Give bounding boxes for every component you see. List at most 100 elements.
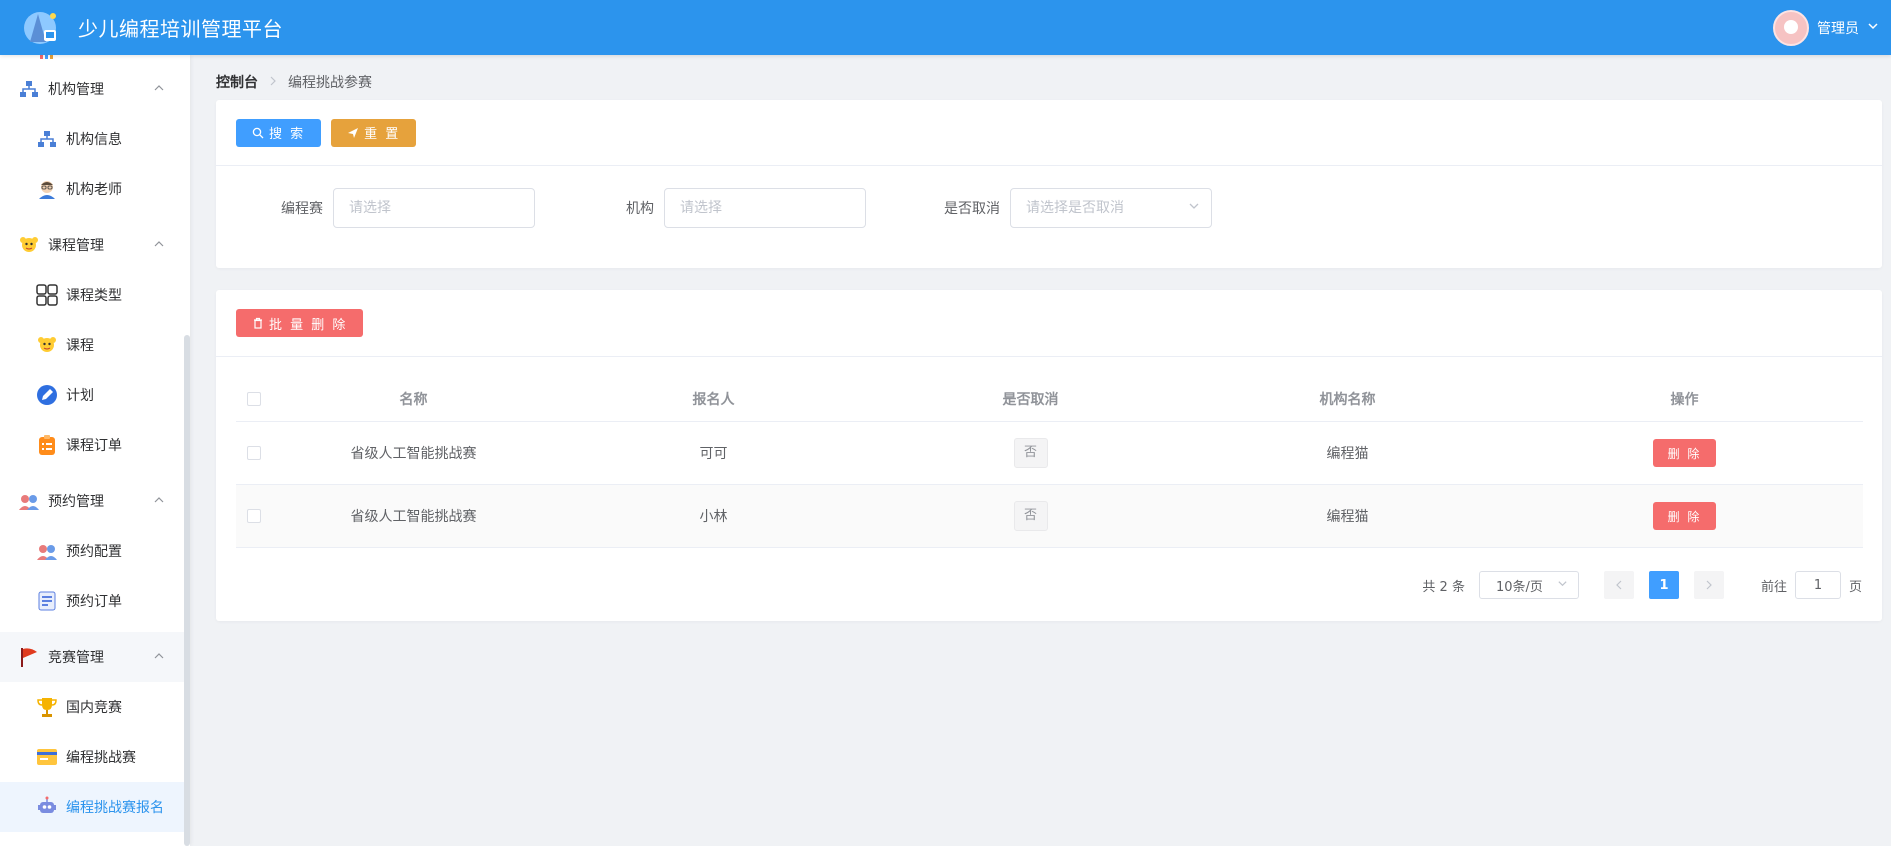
breadcrumb: 控制台 编程挑战参赛 — [216, 72, 372, 92]
row-checkbox[interactable] — [247, 509, 261, 523]
sidebar-item-course-order[interactable]: 课程订单 — [0, 420, 184, 470]
sidebar-group-org[interactable]: 机构管理 — [0, 64, 184, 114]
people-icon — [18, 490, 40, 512]
chevron-down-icon[interactable] — [1867, 20, 1879, 36]
page-jump: 前往 页 — [1761, 571, 1862, 599]
cancel-filter-label: 是否取消 — [944, 201, 1000, 217]
sidebar-item-plan[interactable]: 计划 — [0, 370, 184, 420]
user-name[interactable]: 管理员 — [1817, 18, 1859, 38]
chevron-up-icon — [154, 650, 164, 664]
next-page-button[interactable] — [1693, 571, 1724, 599]
sidebar-item-label: 预约管理 — [48, 494, 104, 510]
chart-icon — [36, 55, 58, 63]
reset-button[interactable]: 重 置 — [331, 118, 417, 147]
column-header-name: 名称 — [399, 391, 428, 408]
sidebar-item-label: 竞赛管理 — [48, 650, 104, 666]
contest-filter-input[interactable] — [333, 188, 535, 228]
chevron-down-icon — [1557, 578, 1568, 592]
row-checkbox[interactable] — [247, 446, 261, 460]
app-title: 少儿编程培训管理平台 — [78, 17, 283, 41]
cancel-tag: 否 — [1013, 501, 1048, 531]
sidebar-group-booking[interactable]: 预约管理 — [0, 476, 184, 526]
pagination: 共 2 条 10条/页 1 前往 页 — [1422, 571, 1862, 599]
page-jump-input[interactable] — [1794, 571, 1841, 599]
sidebar-scrollbar[interactable] — [184, 55, 190, 846]
cell-name: 省级人工智能挑战赛 — [350, 509, 477, 525]
delete-button[interactable]: 删 除 — [1652, 502, 1717, 530]
column-header-action: 操作 — [1670, 391, 1699, 408]
cancel-tag: 否 — [1013, 438, 1048, 468]
card-icon — [36, 746, 58, 768]
sidebar-item-label: 机构管理 — [48, 82, 104, 98]
table-actions: 批 量 删 除 — [216, 290, 1882, 357]
chevron-up-icon — [154, 82, 164, 96]
kid-icon — [36, 334, 58, 356]
sidebar-item-coding-contest[interactable]: 编程挑战赛 — [0, 732, 184, 782]
send-icon — [347, 127, 359, 139]
search-fields: 编程赛 机构 是否取消 — [216, 188, 1882, 228]
chevron-up-icon — [154, 238, 164, 252]
app-logo — [20, 6, 64, 50]
column-header-org: 机构名称 — [1319, 391, 1376, 408]
org-filter-label: 机构 — [626, 201, 654, 217]
pagination-total: 共 2 条 — [1422, 579, 1465, 595]
search-actions: 搜 索 重 置 — [216, 100, 1882, 166]
table-row: 省级人工智能挑战赛 小林 否 编程猫 删 除 — [236, 485, 1863, 548]
reset-button-label: 重 置 — [364, 127, 401, 142]
batch-delete-button[interactable]: 批 量 删 除 — [236, 309, 364, 337]
top-header: 少儿编程培训管理平台 管理员 — [0, 0, 1891, 55]
table-header: 名称 报名人 是否取消 机构名称 操作 — [236, 376, 1863, 422]
trash-icon — [252, 317, 264, 329]
cell-cancel: 否 — [872, 501, 1189, 531]
sidebar-scrollbar-thumb[interactable] — [184, 335, 190, 846]
cell-org: 编程猫 — [1326, 509, 1369, 525]
robot-icon — [36, 796, 58, 818]
sidebar-item-org-teacher[interactable]: 机构老师 — [0, 164, 184, 214]
page-number-current[interactable]: 1 — [1648, 571, 1679, 599]
sidebar-item-label: 课程订单 — [66, 438, 122, 454]
delete-button[interactable]: 删 除 — [1652, 439, 1717, 467]
cancel-filter: 是否取消 — [944, 188, 1212, 228]
sidebar: 机构管理 机构信息 机构老师 课程管理 课程类型 课程 计划 课程订单 预约管理… — [0, 55, 190, 846]
sidebar-item-domestic-contest[interactable]: 国内竞赛 — [0, 682, 184, 732]
avatar[interactable] — [1773, 9, 1809, 46]
select-all-checkbox[interactable] — [247, 391, 261, 406]
sidebar-item-label: 国内竞赛 — [66, 700, 122, 716]
cell-org: 编程猫 — [1326, 446, 1369, 462]
search-button-label: 搜 索 — [269, 127, 306, 142]
breadcrumb-home[interactable]: 控制台 — [216, 72, 258, 92]
clipboard-icon — [36, 434, 58, 456]
flag-icon — [18, 646, 40, 668]
sidebar-item-coding-contest-signup[interactable]: 编程挑战赛报名 — [0, 782, 184, 832]
select-all-cell — [236, 391, 272, 406]
sidebar-item-course-type[interactable]: 课程类型 — [0, 270, 184, 320]
user-menu[interactable]: 管理员 — [1773, 0, 1879, 55]
breadcrumb-current: 编程挑战参赛 — [288, 75, 372, 91]
sidebar-item-booking-config[interactable]: 预约配置 — [0, 526, 184, 576]
table-panel: 批 量 删 除 名称 报名人 是否取消 机构名称 操作 省级人工智能挑战赛 可可 — [216, 290, 1882, 621]
grid-icon — [36, 284, 58, 306]
sidebar-item-label: 预约订单 — [66, 594, 122, 610]
page-jump-label: 前往 — [1760, 579, 1787, 595]
cell-name: 省级人工智能挑战赛 — [350, 446, 477, 462]
row-check-cell — [236, 446, 272, 460]
org-icon — [18, 78, 40, 100]
cancel-filter-input[interactable] — [1010, 188, 1212, 228]
trophy-icon — [36, 696, 58, 718]
sidebar-item-org-info[interactable]: 机构信息 — [0, 114, 184, 164]
cancel-filter-select[interactable] — [1010, 188, 1212, 228]
sidebar-item-course[interactable]: 课程 — [0, 320, 184, 370]
search-button[interactable]: 搜 索 — [236, 118, 322, 147]
sidebar-group-contest[interactable]: 竞赛管理 — [0, 632, 184, 682]
search-panel: 搜 索 重 置 编程赛 机构 是否取消 — [216, 100, 1882, 268]
sidebar-group-course[interactable]: 课程管理 — [0, 220, 184, 270]
cell-cancel: 否 — [872, 438, 1189, 468]
people-icon — [36, 540, 58, 562]
cell-user: 可可 — [699, 446, 728, 462]
page-size-select[interactable]: 10条/页 — [1478, 571, 1579, 599]
prev-page-button[interactable] — [1603, 571, 1634, 599]
org-filter-input[interactable] — [664, 188, 866, 228]
table-row: 省级人工智能挑战赛 可可 否 编程猫 删 除 — [236, 422, 1863, 485]
doc-icon — [36, 590, 58, 612]
sidebar-item-booking-order[interactable]: 预约订单 — [0, 576, 184, 626]
